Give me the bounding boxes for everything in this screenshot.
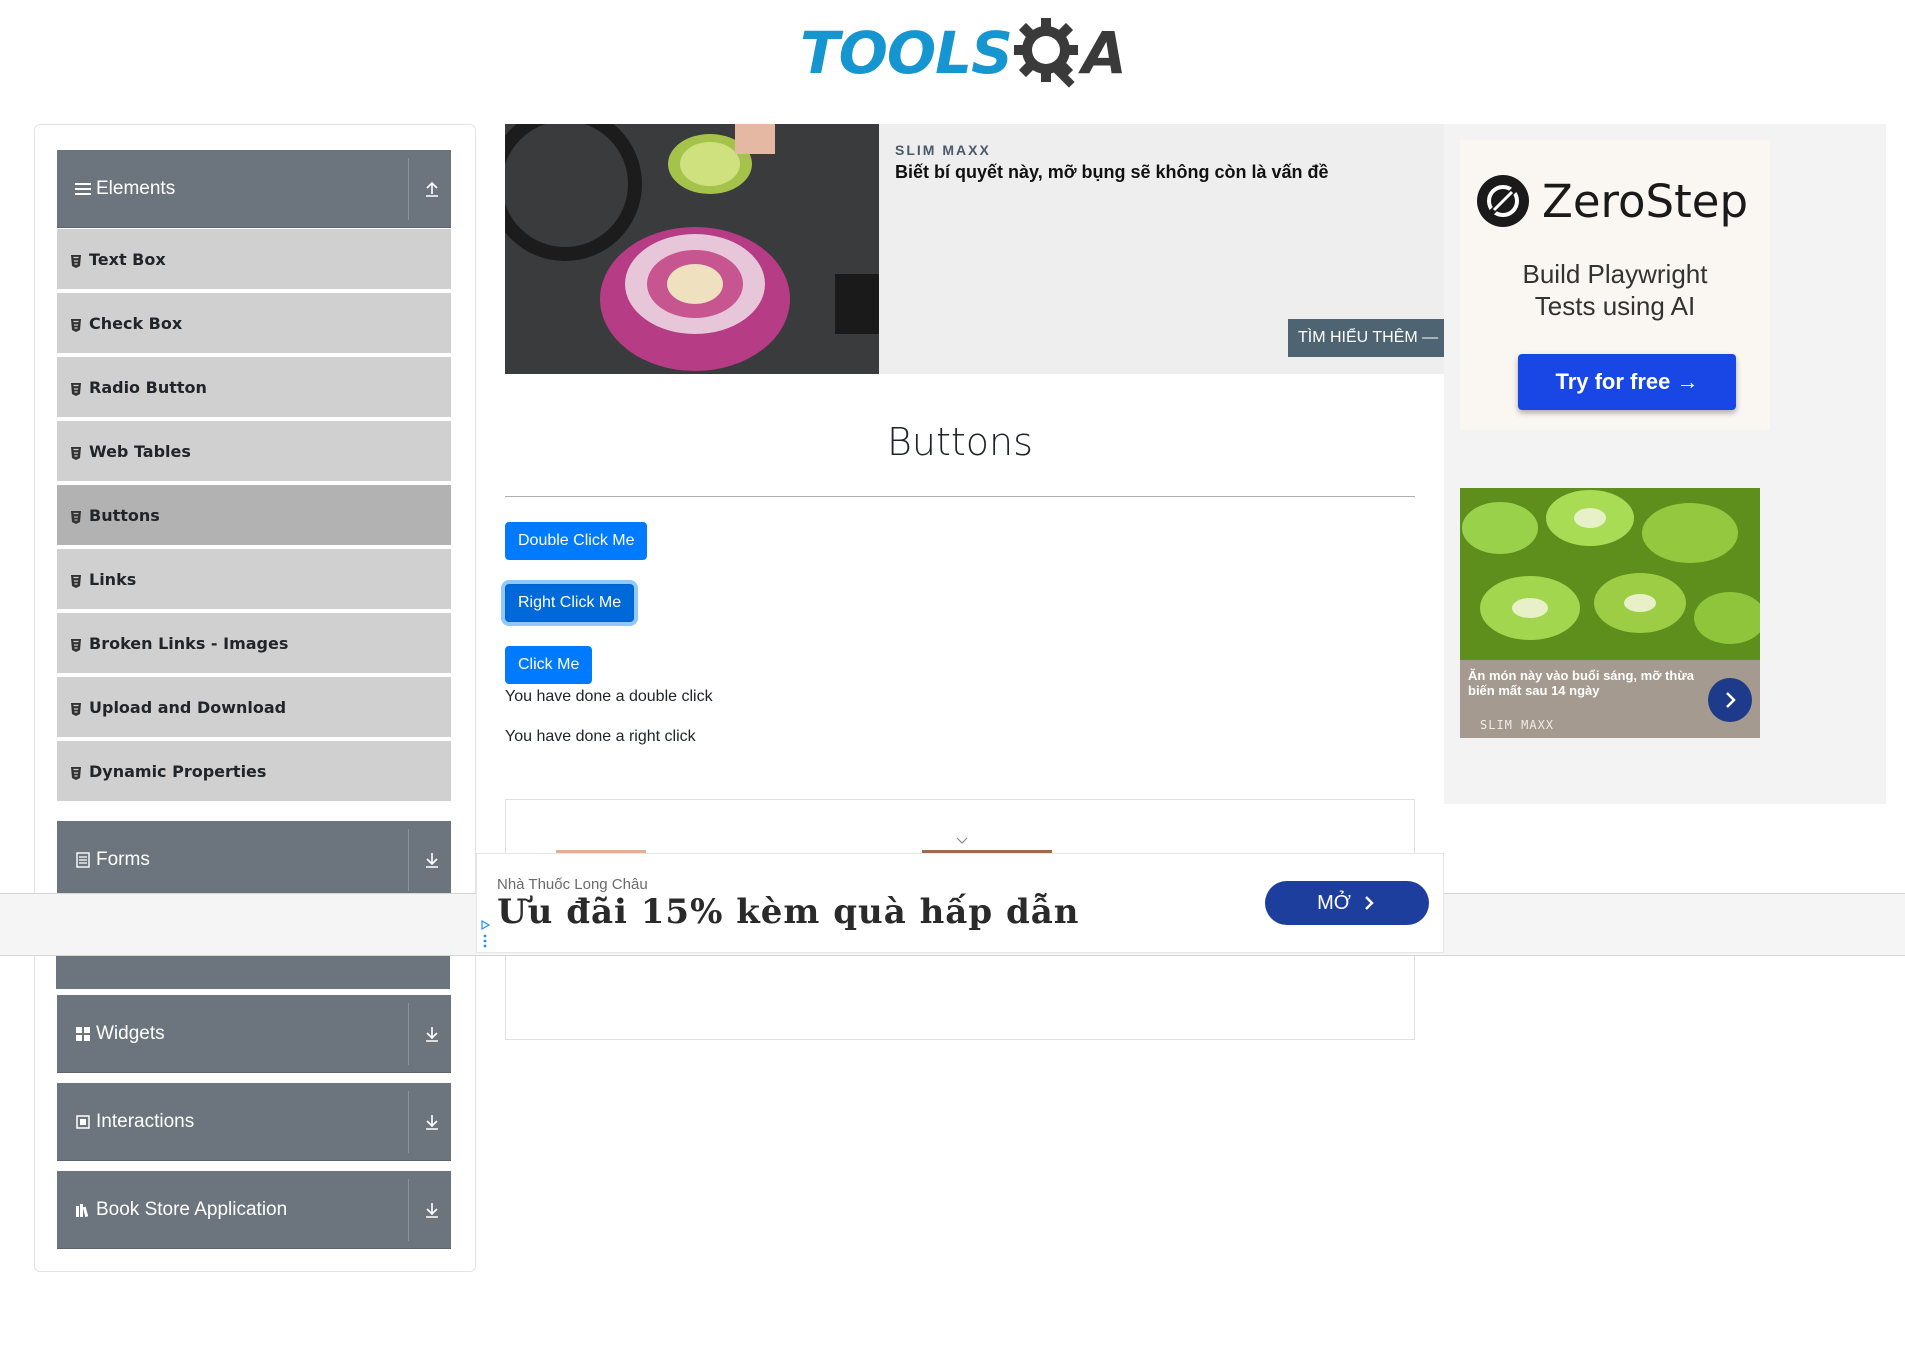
sidebar-item-label: Text Box (89, 249, 166, 269)
veg-ad-caption[interactable]: Ăn món này vào buổi sáng, mỡ thừa biến m… (1468, 668, 1718, 698)
sidebar-item-label: Links (89, 569, 137, 589)
html5-icon (71, 253, 81, 268)
gear-magnifier-icon (1008, 14, 1086, 92)
books-icon (74, 1202, 92, 1218)
hamburger-icon (74, 181, 92, 197)
veg-ad-brand: SLIM MAXX (1480, 718, 1555, 732)
open-button-label: MỞ (1317, 891, 1351, 914)
chevron-down-icon[interactable] (956, 834, 968, 846)
sidebar-item-radio-button[interactable]: Radio Button (57, 357, 451, 419)
sidebar-item-links[interactable]: Links (57, 549, 451, 611)
toolsqa-logo[interactable]: TOOLS A (800, 14, 1127, 92)
double-click-message: You have done a double click (505, 688, 713, 705)
sticky-ad[interactable]: Nhà Thuốc Long Châu Ưu đãi 15% kèm quà h… (476, 853, 1444, 953)
upload-arrow-icon[interactable] (423, 180, 441, 198)
widgets-icon (74, 1026, 92, 1042)
veg-ad[interactable]: Ăn món này vào buổi sáng, mỡ thừa biến m… (1460, 488, 1760, 738)
group-elements[interactable]: Elements (57, 150, 451, 228)
chevron-right-icon[interactable] (1708, 678, 1752, 722)
group-label: Book Store Application (96, 1198, 288, 1220)
ad-brand: SLIM MAXX (895, 142, 991, 158)
right-click-message: You have done a right click (505, 728, 696, 745)
adchoices-icon[interactable] (481, 919, 491, 951)
zerostep-name: ZeroStep (1542, 174, 1749, 228)
zerostep-ad[interactable]: ZeroStep Build Playwright Tests using AI… (1460, 140, 1770, 430)
zerostep-tagline-line1: Build Playwright (1522, 259, 1708, 289)
sidebar-item-label: Web Tables (89, 441, 191, 461)
sidebar-item-label: Buttons (89, 505, 160, 525)
separator (408, 1091, 409, 1153)
logo-text-tools: TOOLS (800, 19, 1013, 87)
sidebar-item-text-box[interactable]: Text Box (57, 229, 451, 291)
sidebar-item-buttons[interactable]: Buttons (57, 485, 451, 547)
download-arrow-icon[interactable] (423, 1201, 441, 1219)
html5-icon (71, 509, 81, 524)
separator (408, 829, 409, 891)
group-label: Elements (96, 177, 176, 199)
sidebar-item-check-box[interactable]: Check Box (57, 293, 451, 355)
group-label: Interactions (96, 1110, 195, 1132)
html5-icon (71, 317, 81, 332)
group-alerts-frame-windows[interactable] (56, 953, 450, 989)
separator (408, 1003, 409, 1065)
ad-image-bitter-melon (1460, 488, 1760, 660)
group-book-store[interactable]: Book Store Application (57, 1171, 451, 1249)
sidebar-item-upload-download[interactable]: Upload and Download (57, 677, 451, 739)
separator (408, 158, 409, 220)
sidebar-item-label: Dynamic Properties (89, 761, 267, 781)
logo-text-a: A (1081, 19, 1127, 87)
veg-ad-caption-bar: Ăn món này vào buổi sáng, mỡ thừa biến m… (1460, 660, 1760, 738)
ad-headline[interactable]: Biết bí quyết này, mỡ bụng sẽ không còn … (895, 162, 1329, 183)
html5-icon (71, 701, 81, 716)
click-me-button[interactable]: Click Me (505, 646, 593, 684)
sticky-ad-headline[interactable]: Ưu đãi 15% kèm quà hấp dẫn (497, 892, 1079, 932)
download-arrow-icon[interactable] (423, 1025, 441, 1043)
sidebar-item-label: Check Box (89, 313, 183, 333)
right-click-button[interactable]: Right Click Me (505, 584, 635, 622)
zerostep-tagline-line2: Tests using AI (1534, 291, 1696, 321)
sidebar-item-dynamic-properties[interactable]: Dynamic Properties (57, 741, 451, 803)
html5-icon (71, 637, 81, 652)
sidebar-item-label: Upload and Download (89, 697, 287, 717)
sidebar-item-web-tables[interactable]: Web Tables (57, 421, 451, 483)
separator (408, 1179, 409, 1241)
download-arrow-icon[interactable] (423, 1113, 441, 1131)
html5-icon (71, 445, 81, 460)
sidebar-item-broken-links[interactable]: Broken Links - Images (57, 613, 451, 675)
group-widgets[interactable]: Widgets (57, 995, 451, 1073)
sticky-ad-brand: Nhà Thuốc Long Châu (497, 876, 648, 893)
sidebar-item-label: Broken Links - Images (89, 633, 289, 653)
html5-icon (71, 573, 81, 588)
ad-image-onion (505, 124, 879, 374)
form-icon (74, 851, 92, 868)
ad-banner-top[interactable]: SLIM MAXX Biết bí quyết này, mỡ bụng sẽ … (505, 124, 1445, 374)
zerostep-tagline: Build Playwright Tests using AI (1460, 258, 1770, 322)
double-click-button[interactable]: Double Click Me (505, 522, 648, 560)
sidebar: Elements Text Box Check Box Radio Button… (34, 124, 476, 1272)
download-arrow-icon[interactable] (423, 851, 441, 869)
html5-icon (71, 765, 81, 780)
zerostep-logo: ZeroStep (1476, 174, 1748, 228)
html5-icon (71, 381, 81, 396)
group-label: Forms (96, 848, 150, 870)
open-button[interactable]: MỞ (1265, 881, 1429, 925)
sidebar-item-label: Radio Button (89, 377, 207, 397)
interactions-icon (74, 1114, 92, 1130)
group-interactions[interactable]: Interactions (57, 1083, 451, 1161)
ad-sidebar-right[interactable]: ZeroStep Build Playwright Tests using AI… (1444, 124, 1886, 804)
group-forms[interactable]: Forms (57, 821, 451, 899)
chevron-right-icon (1365, 896, 1374, 910)
page-title: Buttons (887, 420, 1033, 464)
title-divider (505, 496, 1415, 497)
try-for-free-button[interactable]: Try for free → (1518, 354, 1736, 410)
group-label: Widgets (96, 1022, 165, 1044)
ad-learn-more-button[interactable]: TÌM HIỂU THÊM — (1288, 319, 1445, 357)
zerostep-logo-icon (1477, 175, 1529, 227)
